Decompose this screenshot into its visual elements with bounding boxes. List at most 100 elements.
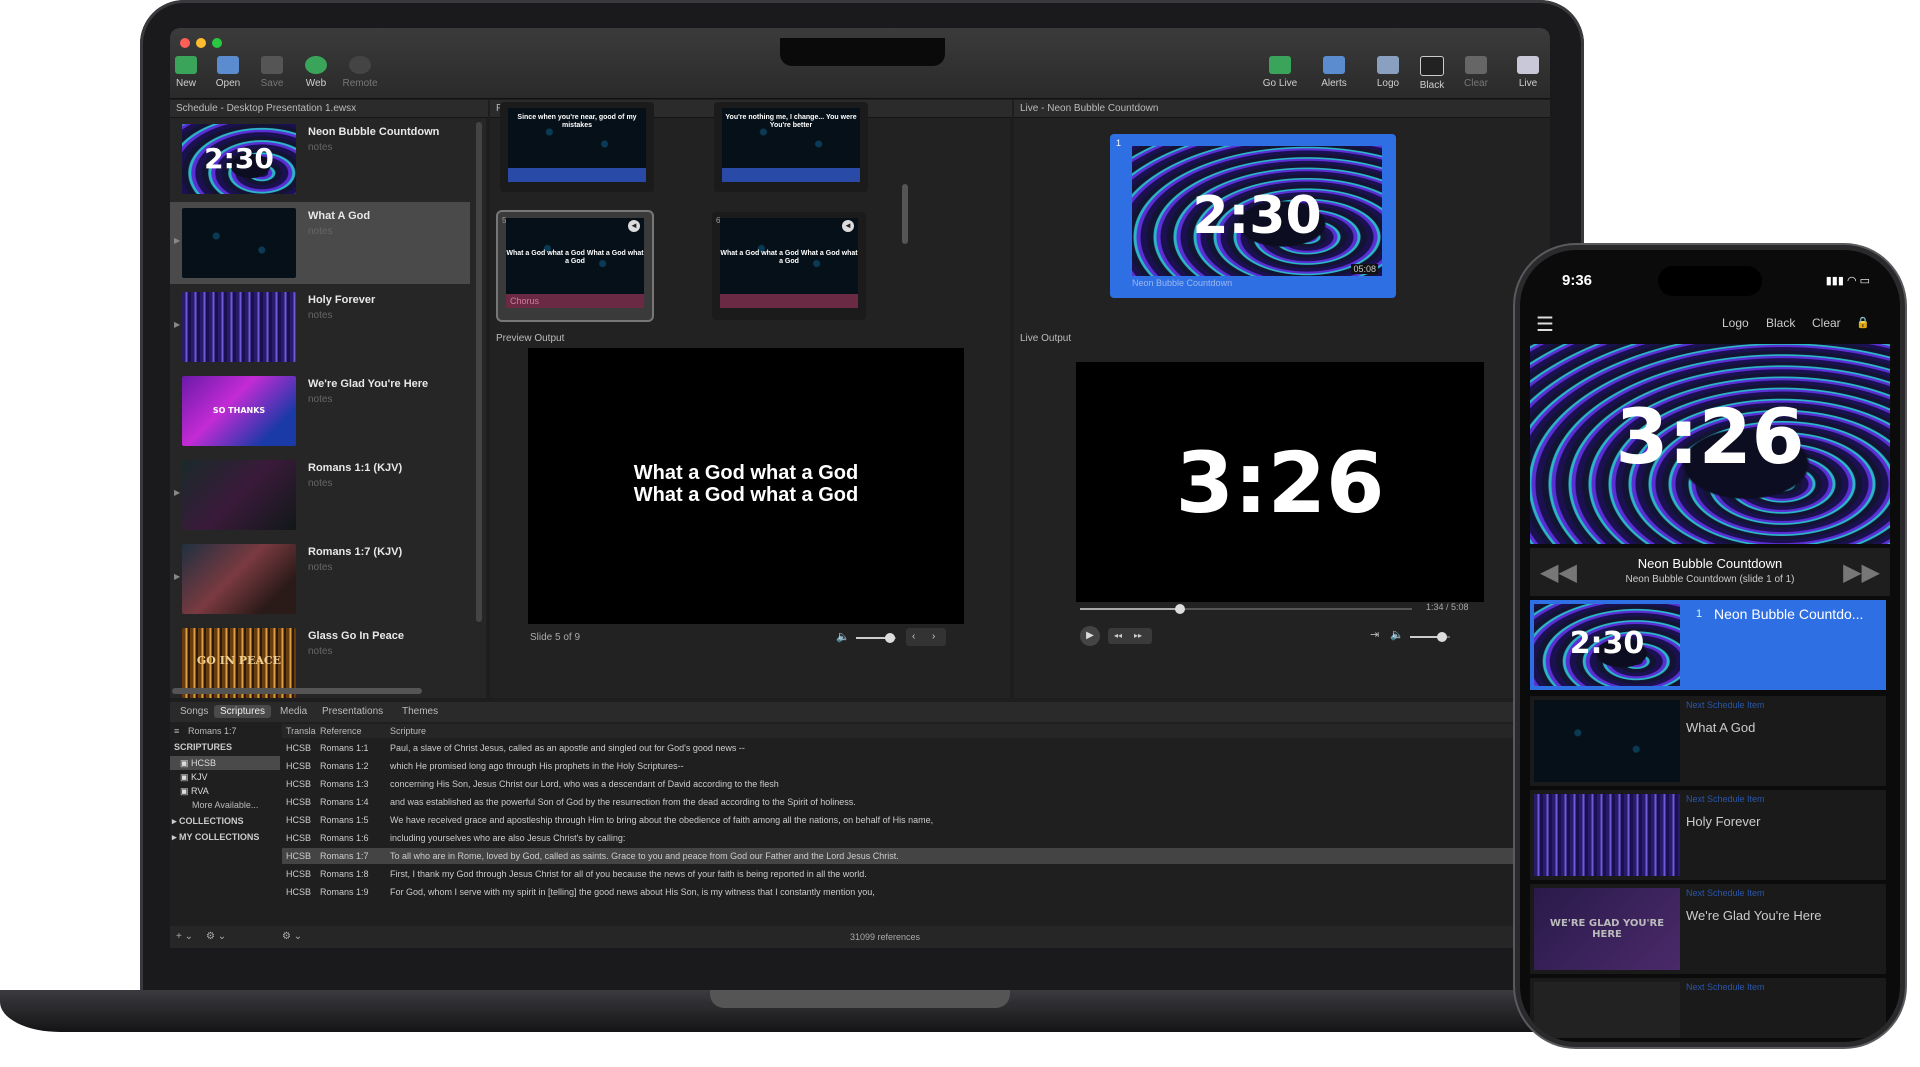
black-button[interactable]: Black [1410,56,1454,91]
web-button[interactable]: Web [294,56,338,89]
logo-button[interactable]: Logo [1366,56,1410,89]
tab-media[interactable]: Media [274,705,313,718]
scripture-search[interactable]: ≡ Romans 1:7 [170,724,280,738]
expand-icon[interactable]: ▶ [174,488,180,497]
column-translation[interactable]: Transla [286,724,316,738]
schedule-item[interactable]: ▶ Holy Forever notes [170,286,470,368]
sidebar-item-rva[interactable]: ▣ RVA [180,786,209,797]
clear-button[interactable]: Clear [1454,56,1498,89]
live-output-label: Live Output [1014,330,1550,348]
table-row[interactable]: HCSB Romans 1:3 concerning His Son, Jesus … [282,776,1550,792]
preview-output: What a God what a God What a God what a … [528,348,964,624]
schedule-item[interactable]: 2:30 Neon Bubble Countdown notes [170,118,470,200]
new-button[interactable]: New [170,56,208,89]
schedule-item[interactable]: ▶ Romans 1:7 (KJV) notes [170,538,470,620]
lock-icon[interactable]: 🔒 [1856,316,1870,329]
save-button[interactable]: Save [250,56,294,89]
scripture-cell: which He promised long ago through His p… [390,761,684,771]
schedule-hscrollbar[interactable] [172,688,422,694]
sidebar-item-kjv[interactable]: ▣ KJV [180,772,208,783]
column-scripture[interactable]: Scripture [390,724,426,738]
schedule-scrollbar[interactable] [476,122,482,622]
gear-icon[interactable]: ⚙ ⌄ [206,926,226,948]
previous-slide-button[interactable]: ‹ [912,628,915,646]
preview-slide-selected[interactable]: 5 What a God what a God What a God what … [498,212,652,320]
table-row[interactable]: HCSB Romans 1:2 which He promised long ago… [282,758,1550,774]
rewind-button[interactable]: ◂◂ [1114,628,1122,644]
schedule-thumbnail [182,544,296,614]
next-slide-icon[interactable]: ▶▶ [1843,558,1880,587]
phone-next-item[interactable]: Next Schedule Item [1530,978,1886,1038]
table-row[interactable]: HCSB Romans 1:7 To all who are in Rome, lo… [282,848,1550,864]
scripture-cell: including yourselves who are also Jesus … [390,833,626,843]
fast-forward-button[interactable]: ▸▸ [1134,628,1142,644]
tab-themes[interactable]: Themes [396,705,444,718]
status-time: 9:36 [1562,272,1593,289]
table-row[interactable]: HCSB Romans 1:6 including yourselves who a… [282,830,1550,846]
schedule-thumbnail [182,292,296,362]
translation-cell: HCSB [286,797,312,807]
sidebar-my-collections[interactable]: ▸ MY COLLECTIONS [172,832,259,843]
reference-cell: Romans 1:2 [320,761,369,771]
go-live-button[interactable]: Go Live [1258,56,1302,89]
close-window-button[interactable] [180,38,190,48]
next-slide-button[interactable]: › [932,628,935,646]
column-reference[interactable]: Reference [320,724,362,738]
expand-icon[interactable]: ▶ [174,236,180,245]
expand-icon[interactable]: ▶ [174,320,180,329]
minimize-window-button[interactable] [196,38,206,48]
tab-scriptures[interactable]: Scriptures [214,705,272,718]
phone-next-item[interactable]: Next Schedule Item Holy Forever [1530,790,1886,880]
sidebar-item-hcsb[interactable]: ▣ HCSB [170,756,280,770]
schedule-item[interactable]: ▶ Romans 1:1 (KJV) notes [170,454,470,536]
preview-slide[interactable]: Since when you're near, good of my mista… [500,102,654,192]
dynamic-island [1658,266,1762,296]
phone-next-item[interactable]: Next Schedule Item What A God [1530,696,1886,786]
live-progress-bar[interactable] [1080,604,1412,614]
phone-logo-button[interactable]: Logo [1722,316,1749,330]
alerts-button[interactable]: Alerts [1312,56,1356,89]
preview-slide[interactable]: You're nothing me, I change... You were … [714,102,868,192]
play-button[interactable]: ▶ [1080,626,1100,646]
more-available-link[interactable]: More Available... [192,800,258,810]
folder-icon [217,56,239,74]
tab-presentations[interactable]: Presentations [316,705,389,718]
expand-icon[interactable]: ▶ [174,572,180,581]
phone-black-button[interactable]: Black [1766,316,1795,330]
schedule-item[interactable]: ▶ What A God notes [170,202,470,284]
phone-slide-item[interactable]: 2:30 1 Neon Bubble Countdo... [1530,600,1886,690]
remote-button[interactable]: Remote [338,56,382,89]
library-footer: + ⌄ ⚙ ⌄ ⚙ ⌄ 31099 references [170,926,1550,948]
black-screen-icon [1420,56,1444,76]
table-row[interactable]: HCSB Romans 1:1 Paul, a slave of Christ Je… [282,740,1550,756]
book-icon: ▣ [180,786,189,796]
preview-scrollbar[interactable] [902,184,908,244]
schedule-item[interactable]: GO IN PEACE Glass Go In Peace notes [170,622,470,698]
gear-icon[interactable]: ⚙ ⌄ [282,926,302,948]
hamburger-menu-icon[interactable]: ☰ [1536,312,1554,337]
add-menu-button[interactable]: + ⌄ [176,926,193,948]
table-row[interactable]: HCSB Romans 1:9 For God, whom I serve with… [282,884,1550,900]
reference-cell: Romans 1:9 [320,887,369,897]
open-button[interactable]: Open [206,56,250,89]
translation-cell: HCSB [286,779,312,789]
status-icons: ▮▮▮ ◠ ▭ [1825,275,1870,287]
tab-songs[interactable]: Songs [174,705,214,718]
scripture-cell: For God, whom I serve with my spirit in … [390,887,875,897]
live-volume-slider[interactable] [1410,632,1450,642]
preview-slide[interactable]: 6 What a God what a God What a God what … [712,212,866,320]
audio-icon: ◄ [842,220,854,232]
table-row[interactable]: HCSB Romans 1:4 and was established as the… [282,794,1550,810]
schedule-item[interactable]: SO THANKS We're Glad You're Here notes [170,370,470,452]
live-slide[interactable]: 1 2:30 05:08 Neon Bubble Countdown [1110,134,1396,298]
live-button[interactable]: Live [1506,56,1550,89]
phone-clear-button[interactable]: Clear [1812,316,1841,330]
preview-volume-slider[interactable] [856,633,896,643]
phone-next-item[interactable]: WE'RE GLAD YOU'RE HERE Next Schedule Ite… [1530,884,1886,974]
table-row[interactable]: HCSB Romans 1:5 We have received grace and… [282,812,1550,828]
sidebar-collections[interactable]: ▸ COLLECTIONS [172,816,244,827]
output-route-icon[interactable]: ⇥ [1370,628,1379,641]
table-row[interactable]: HCSB Romans 1:8 First, I thank my God thro… [282,866,1550,882]
scripture-cell: To all who are in Rome, loved by God, ca… [390,851,899,861]
zoom-window-button[interactable] [212,38,222,48]
